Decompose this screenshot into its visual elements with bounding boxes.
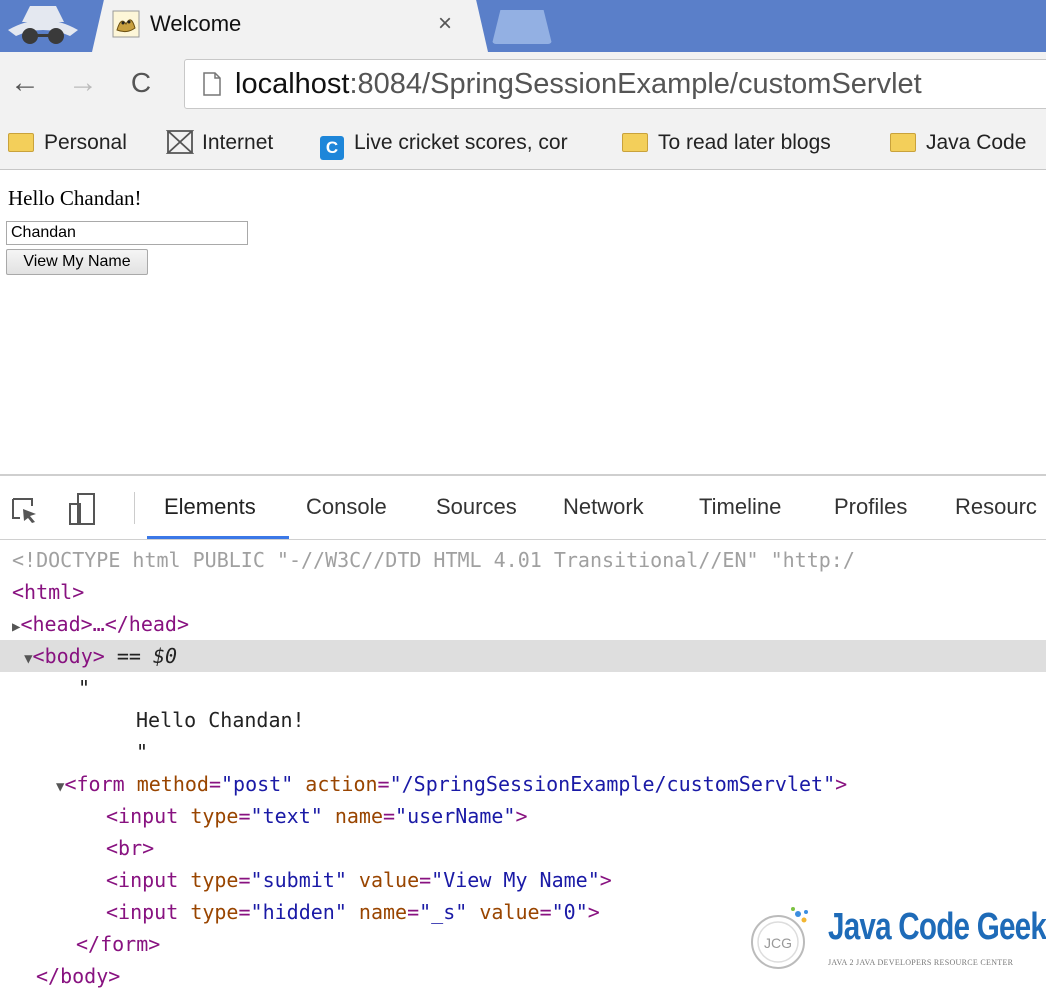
cricket-icon: C xyxy=(320,136,344,160)
doctype-line[interactable]: <!DOCTYPE html PUBLIC "-//W3C//DTD HTML … xyxy=(12,544,1046,576)
bookmarks-bar: Personal Internet C Live cricket scores, … xyxy=(0,116,1046,170)
tab-sources[interactable]: Sources xyxy=(436,494,517,520)
java-code-geeks-logo: JCG Java Code Geeks JAVA 2 JAVA DEVELOPE… xyxy=(746,900,1046,980)
close-tab-icon[interactable]: × xyxy=(438,10,452,38)
text-node[interactable]: Hello Chandan! xyxy=(136,704,1046,736)
greeting-text: Hello Chandan! xyxy=(8,186,142,210)
tab-resources[interactable]: Resourc xyxy=(955,494,1037,520)
view-my-name-button[interactable]: View My Name xyxy=(6,249,148,275)
bookmark-cricket[interactable]: C Live cricket scores, cor xyxy=(320,128,568,160)
text-node-quote-close: " xyxy=(136,740,149,764)
tab-strip: Welcome × xyxy=(0,0,1046,52)
browser-toolbar: ← → C localhost:8084/SpringSessionExampl… xyxy=(0,52,1046,116)
head-node[interactable]: ▶<head>…</head> xyxy=(12,608,1046,640)
reload-button[interactable]: C xyxy=(126,66,156,100)
browser-tab[interactable]: Welcome × xyxy=(92,0,488,52)
jcg-circle-icon: JCG xyxy=(751,907,808,969)
back-button[interactable]: ← xyxy=(10,66,40,100)
folder-icon xyxy=(8,133,34,152)
page-icon xyxy=(203,72,221,96)
bookmark-java-code[interactable]: Java Code xyxy=(890,128,1026,158)
folder-icon xyxy=(622,133,648,152)
username-input[interactable] xyxy=(6,221,248,245)
collapse-triangle-icon[interactable]: ▼ xyxy=(24,651,32,667)
form-node[interactable]: ▼<form method="post" action="/SpringSess… xyxy=(56,768,1046,800)
br-node[interactable]: <br> xyxy=(106,832,1046,864)
tomcat-favicon-icon xyxy=(112,10,140,38)
body-node[interactable]: ▼<body> == $0 xyxy=(0,640,1046,672)
toolbar-divider xyxy=(134,492,135,524)
folder-icon xyxy=(890,133,916,152)
url-text: localhost:8084/SpringSessionExample/cust… xyxy=(235,68,922,100)
logo-subtitle: JAVA 2 JAVA DEVELOPERS RESOURCE CENTER xyxy=(828,958,1014,967)
input-text-node[interactable]: <input type="text" name="userName"> xyxy=(106,800,1046,832)
svg-text:JCG: JCG xyxy=(764,935,792,951)
active-tab-indicator xyxy=(147,536,289,539)
html-node[interactable]: <html> xyxy=(12,576,1046,608)
bookmark-internet[interactable]: Internet xyxy=(166,128,273,158)
forward-button[interactable]: → xyxy=(68,66,98,100)
logo-title: Java Code Geeks xyxy=(828,906,1046,948)
bookmark-read-later[interactable]: To read later blogs xyxy=(622,128,831,158)
devtools-tabbar: Elements Console Sources Network Timelin… xyxy=(0,476,1046,540)
incognito-icon xyxy=(8,6,78,44)
input-submit-node[interactable]: <input type="submit" value="View My Name… xyxy=(106,864,1046,896)
tab-network[interactable]: Network xyxy=(563,494,644,520)
tab-elements[interactable]: Elements xyxy=(164,494,256,520)
text-node-quote-open: " xyxy=(78,676,91,700)
bookmark-personal[interactable]: Personal xyxy=(8,128,127,158)
internet-icon xyxy=(166,130,194,154)
tab-timeline[interactable]: Timeline xyxy=(699,494,781,520)
address-bar[interactable]: localhost:8084/SpringSessionExample/cust… xyxy=(184,59,1046,109)
tab-console[interactable]: Console xyxy=(306,494,387,520)
new-tab-button[interactable] xyxy=(492,10,552,44)
device-mode-icon[interactable] xyxy=(66,492,100,526)
inspect-element-icon[interactable] xyxy=(10,496,38,524)
tab-title: Welcome xyxy=(150,11,242,36)
tab-profiles[interactable]: Profiles xyxy=(834,494,907,520)
